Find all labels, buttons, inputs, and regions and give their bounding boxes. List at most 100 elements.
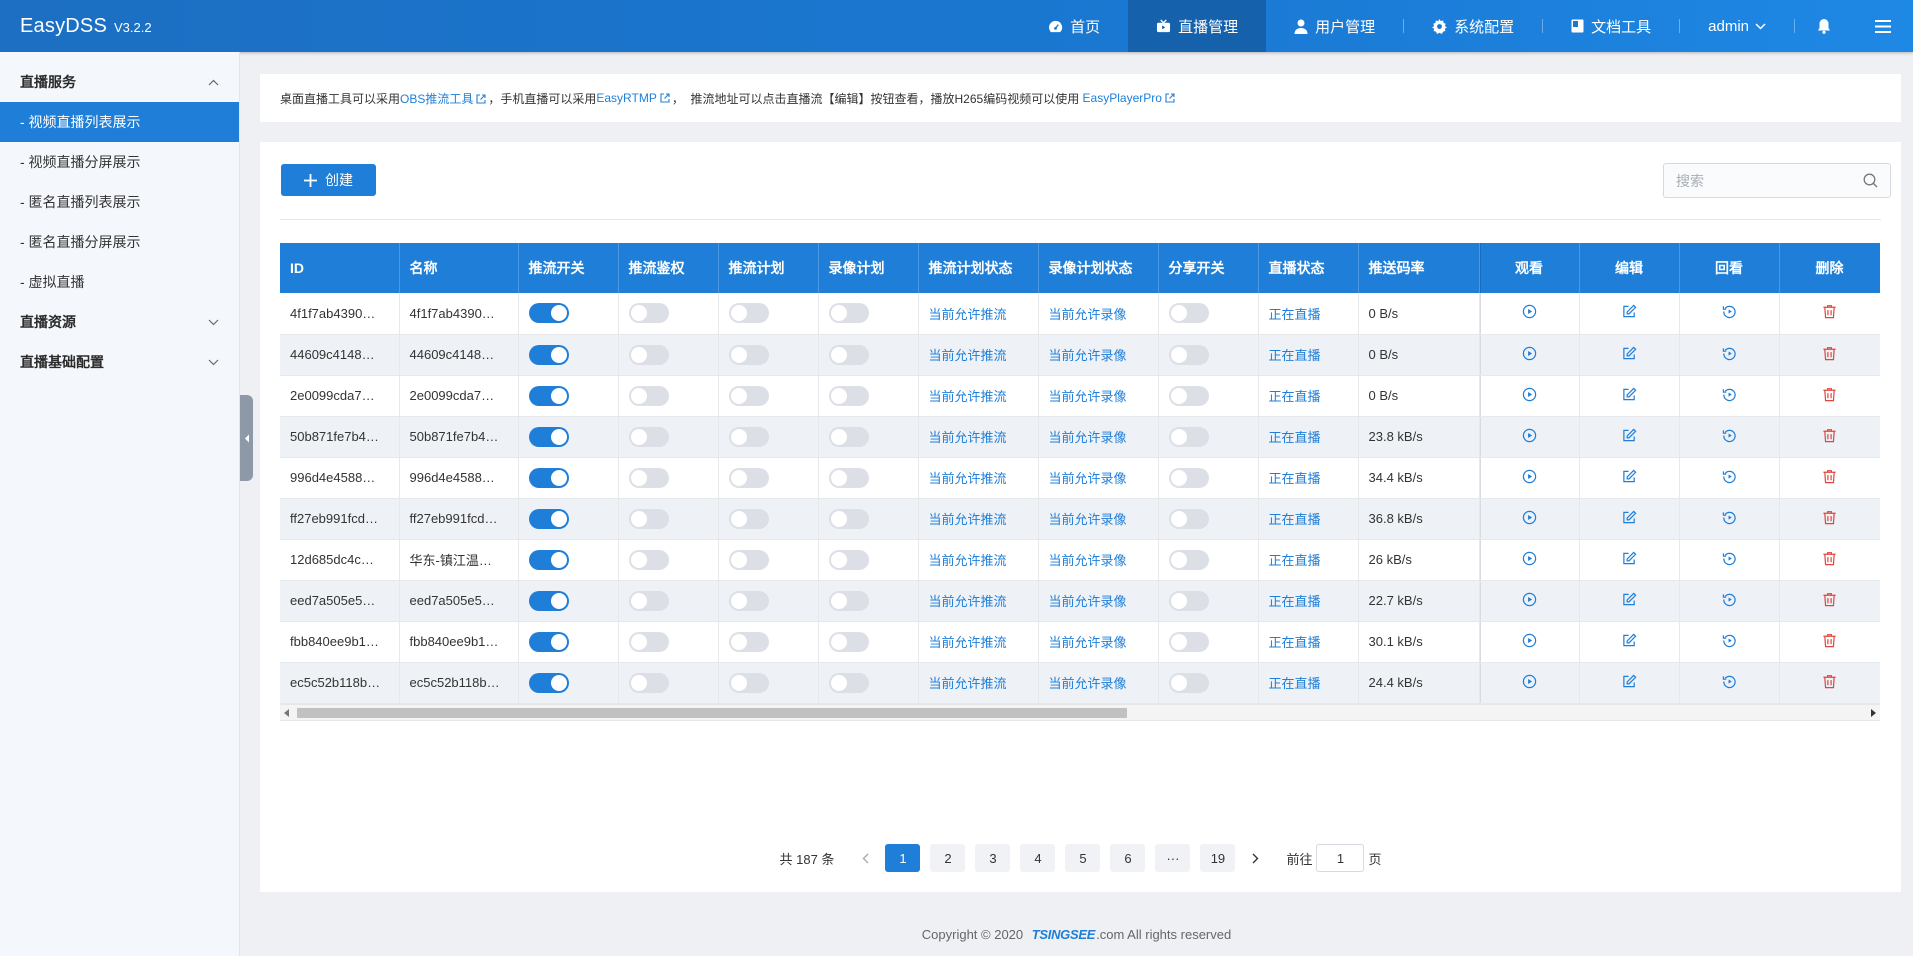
edit-button[interactable] — [1579, 334, 1680, 376]
trash-icon[interactable] — [1822, 551, 1837, 566]
push-toggle[interactable] — [528, 385, 569, 406]
cell-live-status[interactable]: 正在直播 — [1258, 416, 1359, 458]
trash-icon[interactable] — [1822, 304, 1837, 319]
delete-button[interactable] — [1779, 375, 1880, 417]
play-icon[interactable] — [1522, 387, 1537, 402]
share-toggle[interactable] — [1168, 426, 1209, 447]
replay-icon[interactable] — [1722, 469, 1737, 484]
push-auth-toggle[interactable] — [628, 385, 669, 406]
cell-live-status[interactable]: 正在直播 — [1258, 539, 1359, 581]
push-plan-toggle[interactable] — [728, 631, 769, 652]
push-toggle[interactable] — [528, 631, 569, 652]
page-button[interactable]: 2 — [930, 844, 966, 872]
sidebar-item-anon-split[interactable]: - 匿名直播分屏展示 — [0, 222, 239, 262]
replay-icon[interactable] — [1722, 387, 1737, 402]
search-icon[interactable] — [1863, 173, 1878, 188]
push-auth-toggle[interactable] — [628, 426, 669, 447]
share-toggle[interactable] — [1168, 549, 1209, 570]
edit-icon[interactable] — [1622, 633, 1637, 648]
replay-button[interactable] — [1679, 375, 1780, 417]
trash-icon[interactable] — [1822, 346, 1837, 361]
play-icon[interactable] — [1522, 428, 1537, 443]
record-plan-toggle[interactable] — [828, 426, 869, 447]
delete-button[interactable] — [1779, 498, 1880, 540]
watch-button[interactable] — [1479, 580, 1580, 622]
sidebar-item-anon-list[interactable]: - 匿名直播列表展示 — [0, 182, 239, 222]
replay-button[interactable] — [1679, 621, 1780, 663]
page-button[interactable]: 6 — [1110, 844, 1146, 872]
push-toggle[interactable] — [528, 467, 569, 488]
search-input[interactable] — [1676, 172, 1856, 189]
cell-record-plan-status[interactable]: 当前允许录像 — [1038, 334, 1159, 376]
push-plan-toggle[interactable] — [728, 303, 769, 324]
share-toggle[interactable] — [1168, 508, 1209, 529]
share-toggle[interactable] — [1168, 303, 1209, 324]
delete-button[interactable] — [1779, 334, 1880, 376]
record-plan-toggle[interactable] — [828, 303, 869, 324]
push-auth-toggle[interactable] — [628, 631, 669, 652]
record-plan-toggle[interactable] — [828, 467, 869, 488]
nav-home[interactable]: 首页 — [1020, 0, 1128, 52]
watch-button[interactable] — [1479, 416, 1580, 458]
cell-push-plan-status[interactable]: 当前允许推流 — [918, 498, 1039, 540]
edit-icon[interactable] — [1622, 304, 1637, 319]
replay-button[interactable] — [1679, 662, 1780, 704]
cell-live-status[interactable]: 正在直播 — [1258, 662, 1359, 704]
replay-button[interactable] — [1679, 457, 1780, 499]
play-icon[interactable] — [1522, 346, 1537, 361]
replay-button[interactable] — [1679, 539, 1780, 581]
play-icon[interactable] — [1522, 674, 1537, 689]
play-icon[interactable] — [1522, 510, 1537, 525]
cell-record-plan-status[interactable]: 当前允许录像 — [1038, 375, 1159, 417]
page-button[interactable]: 19 — [1200, 844, 1236, 872]
edit-icon[interactable] — [1622, 510, 1637, 525]
replay-icon[interactable] — [1722, 551, 1737, 566]
cell-push-plan-status[interactable]: 当前允许推流 — [918, 457, 1039, 499]
page-button[interactable]: 5 — [1065, 844, 1101, 872]
menu-toggle-button[interactable] — [1853, 0, 1913, 52]
cell-live-status[interactable]: 正在直播 — [1258, 580, 1359, 622]
easyplayerpro-link[interactable]: EasyPlayerPro — [1083, 91, 1177, 105]
push-plan-toggle[interactable] — [728, 508, 769, 529]
watch-button[interactable] — [1479, 375, 1580, 417]
sidebar-group-live-service[interactable]: 直播服务 — [0, 62, 239, 102]
trash-icon[interactable] — [1822, 469, 1837, 484]
replay-button[interactable] — [1679, 580, 1780, 622]
push-auth-toggle[interactable] — [628, 303, 669, 324]
trash-icon[interactable] — [1822, 510, 1837, 525]
trash-icon[interactable] — [1822, 428, 1837, 443]
record-plan-toggle[interactable] — [828, 590, 869, 611]
push-toggle[interactable] — [528, 549, 569, 570]
cell-push-plan-status[interactable]: 当前允许推流 — [918, 416, 1039, 458]
sidebar-item-video-split[interactable]: - 视频直播分屏展示 — [0, 142, 239, 182]
edit-button[interactable] — [1579, 580, 1680, 622]
edit-button[interactable] — [1579, 498, 1680, 540]
replay-button[interactable] — [1679, 293, 1780, 335]
cell-record-plan-status[interactable]: 当前允许录像 — [1038, 416, 1159, 458]
cell-push-plan-status[interactable]: 当前允许推流 — [918, 580, 1039, 622]
cell-push-plan-status[interactable]: 当前允许推流 — [918, 293, 1039, 335]
watch-button[interactable] — [1479, 621, 1580, 663]
page-button[interactable]: 4 — [1020, 844, 1056, 872]
share-toggle[interactable] — [1168, 385, 1209, 406]
delete-button[interactable] — [1779, 539, 1880, 581]
play-icon[interactable] — [1522, 469, 1537, 484]
cell-push-plan-status[interactable]: 当前允许推流 — [918, 375, 1039, 417]
record-plan-toggle[interactable] — [828, 344, 869, 365]
push-auth-toggle[interactable] — [628, 508, 669, 529]
page-button[interactable]: 3 — [975, 844, 1011, 872]
sidebar-collapse-handle[interactable] — [240, 395, 253, 481]
trash-icon[interactable] — [1822, 633, 1837, 648]
replay-icon[interactable] — [1722, 633, 1737, 648]
cell-push-plan-status[interactable]: 当前允许推流 — [918, 334, 1039, 376]
play-icon[interactable] — [1522, 304, 1537, 319]
page-button[interactable]: 1 — [885, 844, 921, 872]
record-plan-toggle[interactable] — [828, 631, 869, 652]
replay-button[interactable] — [1679, 334, 1780, 376]
delete-button[interactable] — [1779, 457, 1880, 499]
push-toggle[interactable] — [528, 672, 569, 693]
cell-live-status[interactable]: 正在直播 — [1258, 621, 1359, 663]
record-plan-toggle[interactable] — [828, 672, 869, 693]
next-page-button[interactable] — [1240, 853, 1270, 864]
sidebar-item-virtual-live[interactable]: - 虚拟直播 — [0, 262, 239, 302]
